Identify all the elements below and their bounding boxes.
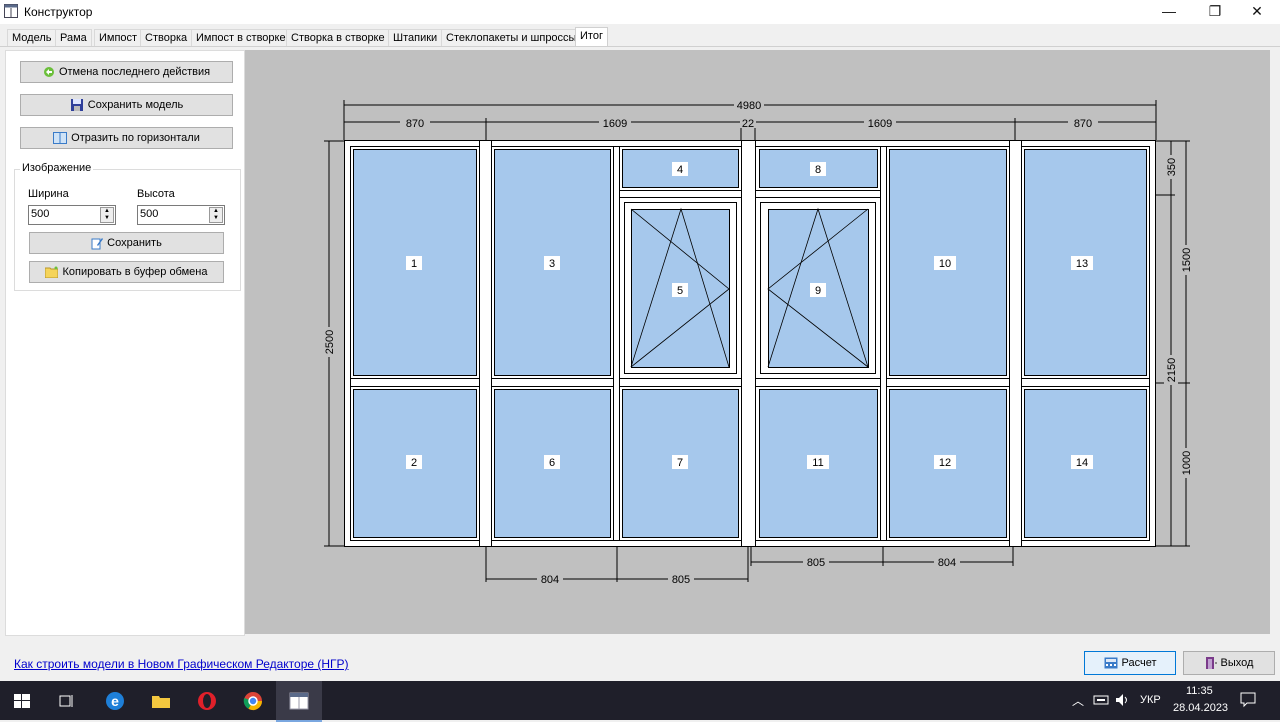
dim-height-2: 1500 xyxy=(1181,248,1193,272)
height-stepper-arrows[interactable]: ▲ ▼ xyxy=(209,207,223,223)
calculate-button[interactable]: Расчет xyxy=(1084,651,1176,675)
tab-sash-in-sash[interactable]: Створка в створке xyxy=(286,29,390,47)
tray-chevron-icon[interactable]: ︿ xyxy=(1072,692,1084,709)
width-stepper[interactable]: 500 ▲ ▼ xyxy=(28,205,116,225)
save-image-button[interactable]: Сохранить xyxy=(29,232,224,254)
floppy-disk-icon xyxy=(70,99,83,112)
pane-label-13: 13 xyxy=(1076,258,1088,270)
constructor-app-icon xyxy=(289,692,309,710)
exit-button[interactable]: Выход xyxy=(1183,651,1275,675)
dim-bottom-right-1: 805 xyxy=(807,557,825,569)
tab-summary[interactable]: Итог xyxy=(575,27,608,47)
dim-width-1: 870 xyxy=(406,118,424,130)
windows-start-icon[interactable] xyxy=(11,690,33,712)
help-link[interactable]: Как строить модели в Новом Графическом Р… xyxy=(14,657,349,671)
volume-icon[interactable] xyxy=(1115,693,1131,707)
opera-browser-icon[interactable] xyxy=(196,690,218,712)
dim-width-5: 870 xyxy=(1074,118,1092,130)
tab-model[interactable]: Модель xyxy=(7,29,57,47)
save-image-label: Сохранить xyxy=(107,237,162,249)
pane-label-9: 9 xyxy=(815,285,821,297)
tab-glazing[interactable]: Стеклопакеты и шпроссы xyxy=(441,29,582,47)
undo-label: Отмена последнего действия xyxy=(58,66,211,78)
pane-label-6: 6 xyxy=(549,457,555,469)
calculator-icon xyxy=(1104,657,1117,669)
exit-door-icon xyxy=(1205,657,1217,670)
window-drawing: 1 2 3 4 5 6 7 8 9 10 11 12 13 14 4980 87… xyxy=(322,98,1193,586)
image-group-title: Изображение xyxy=(20,162,94,174)
undo-button[interactable]: Отмена последнего действия xyxy=(20,61,233,83)
title-bar: Конструктор — ❐ ✕ xyxy=(0,0,1280,24)
exit-label: Выход xyxy=(1220,657,1254,669)
left-panel: Отмена последнего действия Сохранить мод… xyxy=(5,50,245,636)
window-title: Конструктор xyxy=(24,5,93,19)
drawing-canvas[interactable]: 1 2 3 4 5 6 7 8 9 10 11 12 13 14 4980 87… xyxy=(245,50,1270,634)
dim-bottom-right-2: 804 xyxy=(938,557,956,569)
edge-browser-icon[interactable]: e xyxy=(104,690,126,712)
app-window-icon xyxy=(4,4,18,18)
width-value: 500 xyxy=(31,208,50,220)
dim-height-1: 350 xyxy=(1166,158,1178,176)
network-icon[interactable] xyxy=(1093,694,1109,706)
tab-sash[interactable]: Створка xyxy=(140,29,193,47)
copy-clipboard-label: Копировать в буфер обмена xyxy=(62,266,208,278)
mirror-horizontal-button[interactable]: Отразить по горизонтали xyxy=(20,127,233,149)
calculate-label: Расчет xyxy=(1121,657,1157,669)
mirror-icon xyxy=(53,132,68,145)
undo-icon xyxy=(43,67,54,78)
svg-text:e: e xyxy=(111,693,119,709)
tab-divider xyxy=(0,46,1280,47)
chrome-browser-icon[interactable] xyxy=(242,690,264,712)
pane-label-1: 1 xyxy=(411,258,417,270)
width-label: Ширина xyxy=(28,188,69,200)
height-value: 500 xyxy=(140,208,159,220)
height-stepper[interactable]: 500 ▲ ▼ xyxy=(137,205,225,225)
tab-strip: Модель Рама Импост Створка Импост в ство… xyxy=(0,27,1280,47)
tab-impost-in-sash[interactable]: Импост в створке xyxy=(191,29,291,47)
dim-total-height: 2500 xyxy=(324,330,336,354)
dim-width-2: 1609 xyxy=(603,118,627,130)
dim-height-3: 2150 xyxy=(1166,358,1178,382)
clock-date[interactable]: 28.04.2023 xyxy=(1173,702,1228,714)
maximize-button[interactable]: ❐ xyxy=(1192,0,1238,24)
tab-frame[interactable]: Рама xyxy=(55,29,92,47)
pane-label-3: 3 xyxy=(549,258,555,270)
taskbar: e ︿ УКР 11:35 28.04.2023 xyxy=(0,681,1280,722)
height-label: Высота xyxy=(137,188,175,200)
dim-bottom-left-2: 805 xyxy=(672,574,690,586)
dim-total-width: 4980 xyxy=(737,100,761,112)
clock-time[interactable]: 11:35 xyxy=(1186,685,1213,697)
task-view-icon[interactable] xyxy=(56,690,78,712)
dim-width-3: 22 xyxy=(742,118,754,130)
pane-label-12: 12 xyxy=(939,457,951,469)
tab-beads[interactable]: Штапики xyxy=(388,29,443,47)
save-model-label: Сохранить модель xyxy=(87,99,184,111)
width-stepper-arrows[interactable]: ▲ ▼ xyxy=(100,207,114,223)
pane-label-4: 4 xyxy=(677,164,683,176)
dim-bottom-left-1: 804 xyxy=(541,574,559,586)
mirror-label: Отразить по горизонтали xyxy=(71,132,200,144)
pane-label-11: 11 xyxy=(812,457,823,469)
dim-width-4: 1609 xyxy=(868,118,892,130)
copy-clipboard-button[interactable]: Копировать в буфер обмена xyxy=(29,261,224,283)
save-image-icon xyxy=(91,237,104,250)
pane-label-10: 10 xyxy=(939,258,951,270)
notifications-icon[interactable] xyxy=(1240,692,1256,708)
tab-impost[interactable]: Импост xyxy=(94,29,143,47)
pane-label-2: 2 xyxy=(411,457,417,469)
minimize-button[interactable]: — xyxy=(1146,0,1192,24)
close-button[interactable]: ✕ xyxy=(1234,0,1280,24)
pane-label-14: 14 xyxy=(1076,457,1088,469)
folder-icon xyxy=(45,266,59,279)
pane-label-8: 8 xyxy=(815,164,821,176)
dim-height-4: 1000 xyxy=(1181,451,1193,475)
pane-label-7: 7 xyxy=(677,457,683,469)
language-indicator[interactable]: УКР xyxy=(1140,694,1161,706)
pane-label-5: 5 xyxy=(677,285,683,297)
save-model-button[interactable]: Сохранить модель xyxy=(20,94,233,116)
active-app-taskbar-item[interactable] xyxy=(276,681,322,722)
file-explorer-icon[interactable] xyxy=(150,690,172,712)
